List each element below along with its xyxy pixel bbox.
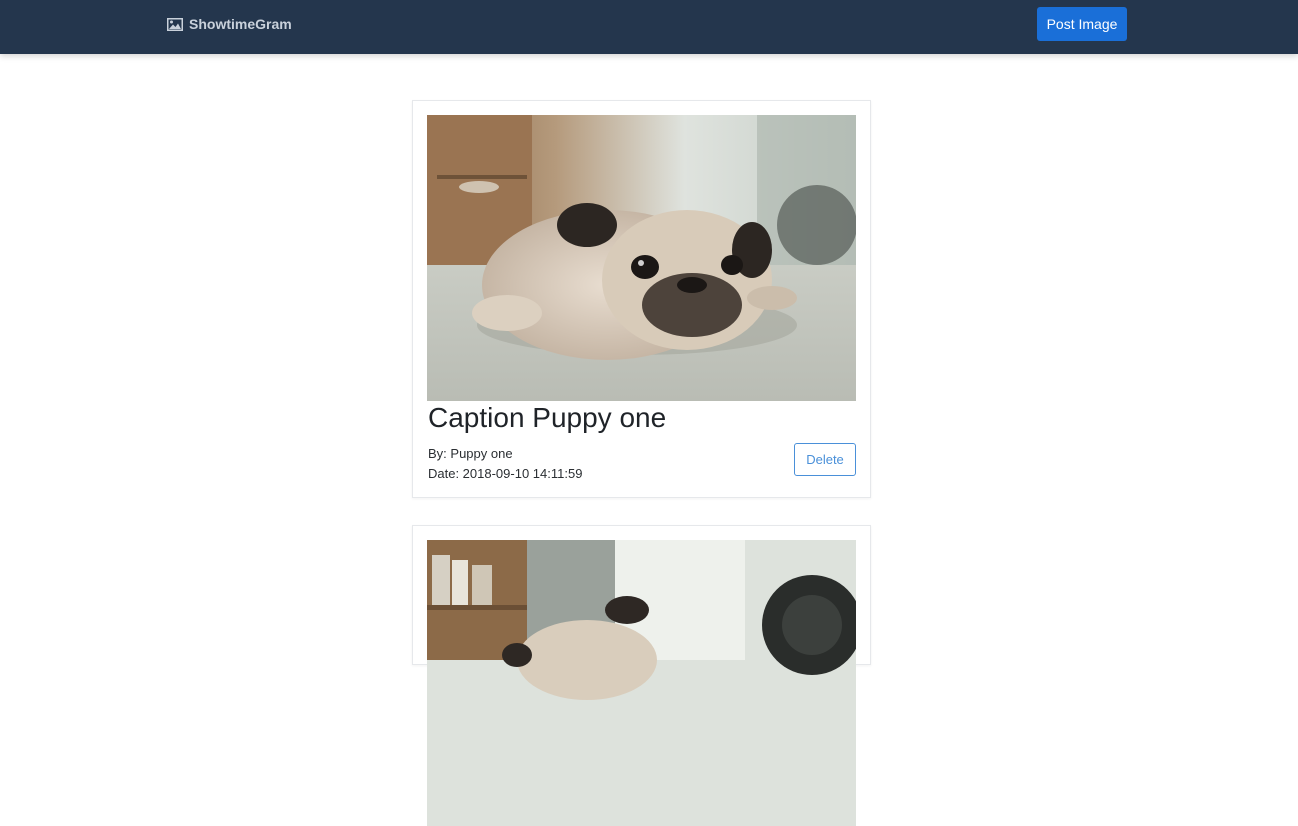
post-author: By: Puppy one <box>428 446 513 461</box>
post-card <box>412 525 871 826</box>
post-image <box>427 540 856 826</box>
brand-link[interactable]: ShowtimeGram <box>167 14 292 34</box>
brand-label: ShowtimeGram <box>189 16 292 32</box>
post-date: Date: 2018-09-10 14:11:59 <box>428 466 583 481</box>
delete-button[interactable]: Delete <box>794 443 856 476</box>
post-image <box>427 115 856 401</box>
image-icon <box>167 17 183 31</box>
post-image-button[interactable]: Post Image <box>1037 7 1127 41</box>
post-card: Caption Puppy one By: Puppy one Date: 20… <box>412 100 871 498</box>
post-caption: Caption Puppy one <box>428 402 667 433</box>
top-navbar: ShowtimeGram Post Image <box>0 0 1298 54</box>
